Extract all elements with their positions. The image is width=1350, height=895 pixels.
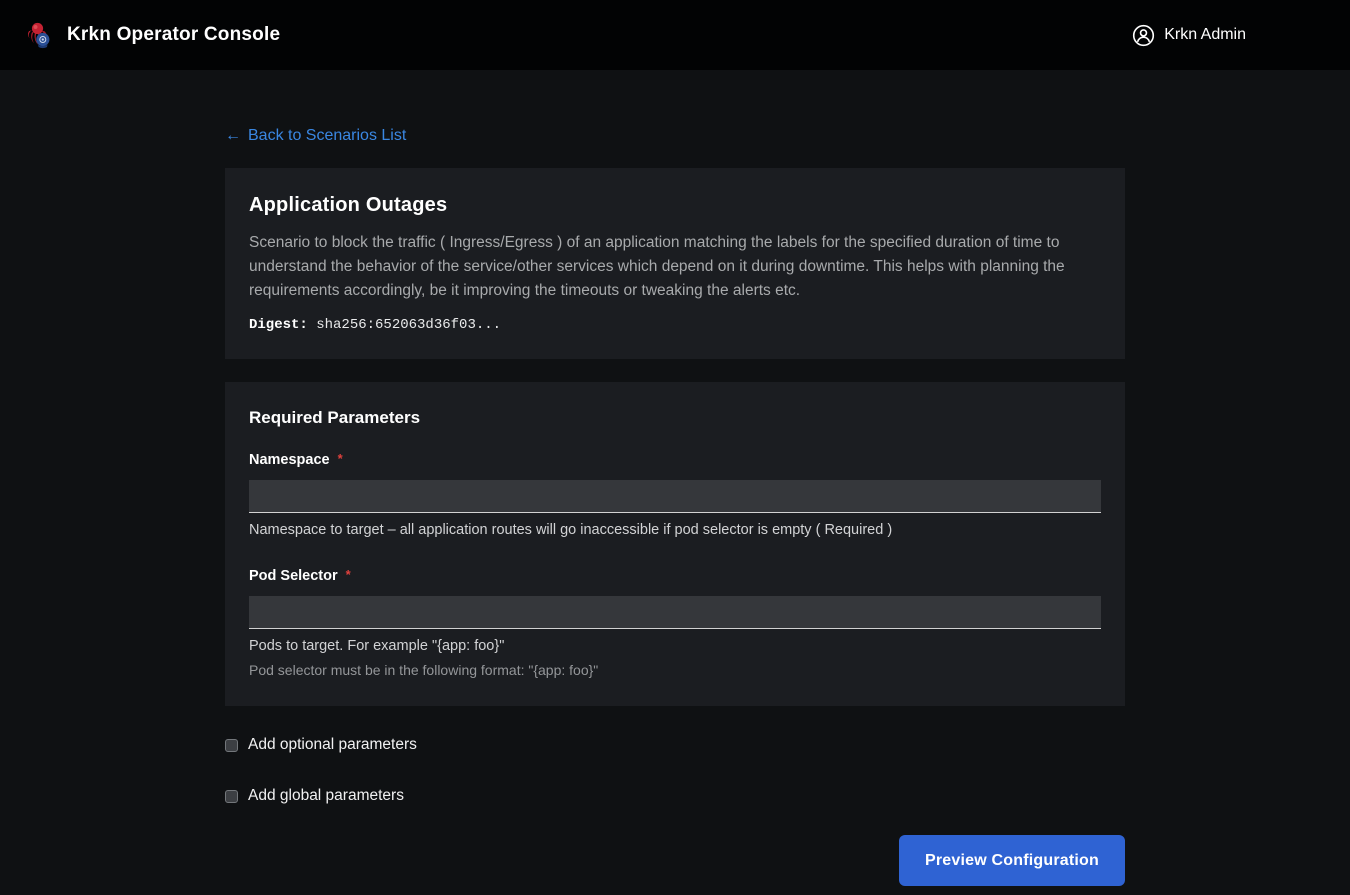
pod-selector-label-row: Pod Selector *: [249, 568, 1101, 584]
scenario-title: Application Outages: [249, 194, 1101, 217]
digest-line: Digest: sha256:652063d36f03...: [249, 312, 1101, 333]
namespace-helper-text: Namespace to target – all application ro…: [249, 522, 1101, 538]
user-menu[interactable]: Krkn Admin: [1132, 24, 1246, 47]
required-asterisk: *: [346, 568, 351, 582]
app-header: Krkn Operator Console Krkn Admin: [0, 0, 1350, 70]
scenario-card: Application Outages Scenario to block th…: [225, 168, 1125, 359]
namespace-label-row: Namespace *: [249, 452, 1101, 468]
pod-selector-helper-text: Pods to target. For example "{app: foo}": [249, 638, 1101, 654]
main-content: ← Back to Scenarios List Application Out…: [225, 127, 1125, 886]
back-to-scenarios-link[interactable]: ← Back to Scenarios List: [225, 127, 406, 145]
pod-selector-format-hint: Pod selector must be in the following fo…: [249, 662, 1101, 678]
optional-parameters-checkbox-row[interactable]: Add optional parameters: [225, 736, 1125, 754]
pod-selector-field-group: Pod Selector * Pods to target. For examp…: [249, 568, 1101, 678]
pod-selector-label: Pod Selector: [249, 568, 338, 584]
optional-parameters-label[interactable]: Add optional parameters: [248, 736, 417, 754]
scenario-description: Scenario to block the traffic ( Ingress/…: [249, 231, 1101, 303]
namespace-label: Namespace: [249, 452, 330, 468]
krkn-logo-icon: [25, 19, 55, 51]
optional-parameters-checkbox[interactable]: [225, 739, 238, 752]
action-row: Preview Configuration: [225, 835, 1125, 886]
required-asterisk: *: [338, 452, 343, 466]
global-parameters-checkbox-row[interactable]: Add global parameters: [225, 787, 1125, 805]
back-row: ← Back to Scenarios List: [225, 127, 1125, 145]
global-parameters-label[interactable]: Add global parameters: [248, 787, 404, 805]
preview-configuration-button[interactable]: Preview Configuration: [899, 835, 1125, 886]
required-parameters-card: Required Parameters Namespace * Namespac…: [225, 382, 1125, 706]
global-parameters-checkbox[interactable]: [225, 790, 238, 803]
user-circle-icon: [1132, 24, 1155, 47]
namespace-field-group: Namespace * Namespace to target – all ap…: [249, 452, 1101, 538]
pod-selector-input[interactable]: [249, 596, 1101, 629]
app-title: Krkn Operator Console: [67, 24, 280, 46]
back-link-label: Back to Scenarios List: [248, 127, 406, 145]
digest-value: sha256:652063d36f03...: [316, 317, 501, 333]
back-arrow-icon: ←: [225, 127, 241, 145]
form-title: Required Parameters: [249, 408, 1101, 428]
user-name: Krkn Admin: [1164, 26, 1246, 44]
digest-label: Digest:: [249, 317, 308, 333]
namespace-input[interactable]: [249, 480, 1101, 513]
